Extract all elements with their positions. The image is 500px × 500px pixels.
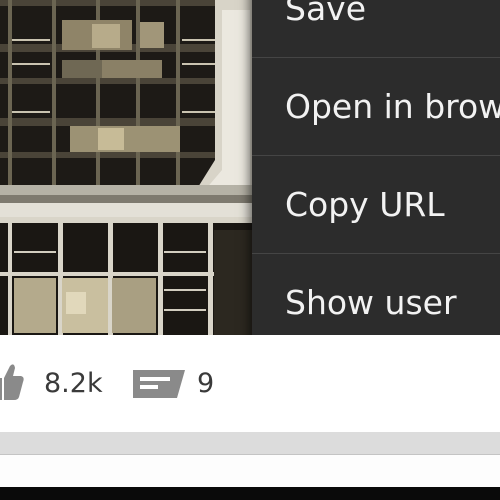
next-card-edge <box>0 487 500 500</box>
menu-item-label: Open in browser <box>285 87 500 126</box>
comment-icon[interactable] <box>133 370 185 404</box>
overflow-menu: Save Open in browser Copy URL Show user <box>252 0 500 351</box>
menu-item-copy-url[interactable]: Copy URL <box>252 156 500 254</box>
menu-item-label: Save <box>285 0 367 28</box>
menu-item-label: Copy URL <box>285 185 445 224</box>
thumbs-up-icon[interactable] <box>0 362 24 406</box>
like-count: 8.2k <box>44 368 103 399</box>
card-divider <box>0 432 500 454</box>
menu-item-label: Show user <box>285 283 457 322</box>
comment-count: 9 <box>197 368 215 399</box>
menu-item-open-in-browser[interactable]: Open in browser <box>252 58 500 156</box>
menu-item-save[interactable]: Save <box>252 0 500 58</box>
